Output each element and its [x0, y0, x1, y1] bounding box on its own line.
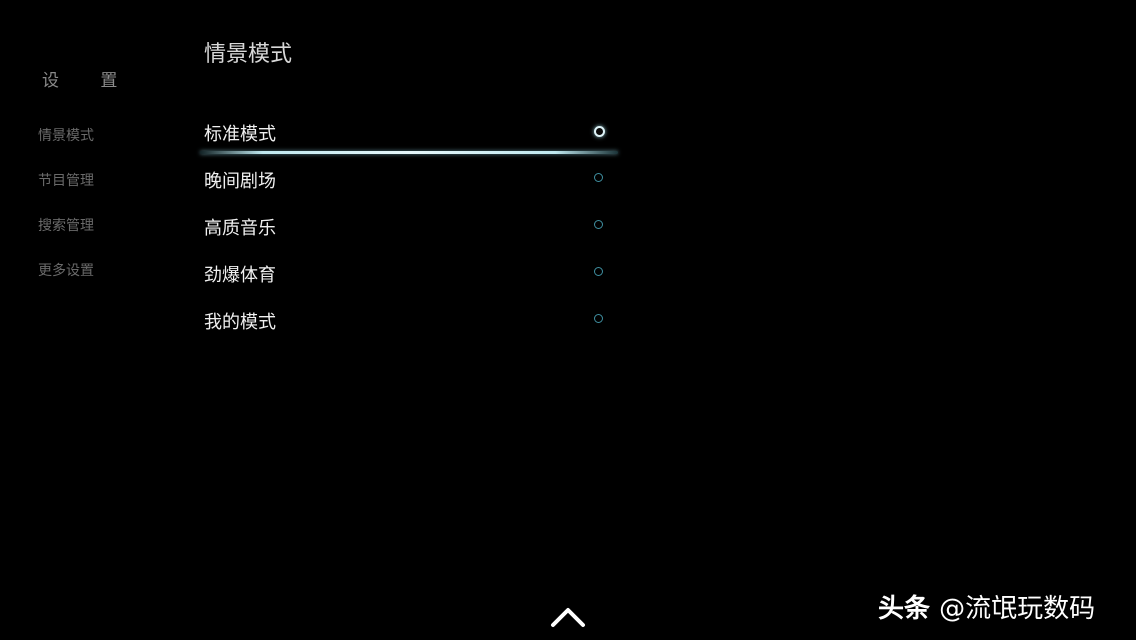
mode-list: 标准模式 晚间剧场 高质音乐 劲爆体育 我的模式: [200, 110, 620, 345]
watermark: 头条 @流氓玩数码: [878, 588, 1095, 625]
sidebar-item-scene-mode[interactable]: 情景模式: [38, 122, 158, 167]
mode-option-hifi-music[interactable]: 高质音乐: [200, 204, 620, 251]
sidebar-item-more-settings[interactable]: 更多设置: [38, 257, 158, 302]
radio-icon: [594, 220, 603, 229]
radio-icon: [594, 267, 603, 276]
sidebar-title: 设 置: [42, 71, 136, 91]
mode-label: 晚间剧场: [204, 171, 276, 192]
mode-label: 标准模式: [204, 124, 276, 145]
chevron-up-icon[interactable]: [550, 606, 586, 632]
sidebar-item-program-management[interactable]: 节目管理: [38, 167, 158, 212]
mode-label: 我的模式: [204, 312, 276, 333]
mode-option-standard[interactable]: 标准模式: [200, 110, 620, 157]
mode-label: 劲爆体育: [204, 265, 276, 286]
watermark-handle: @流氓玩数码: [939, 594, 1096, 624]
focus-underline: [200, 151, 618, 154]
watermark-brand: 头条: [878, 594, 931, 624]
radio-icon: [594, 314, 603, 323]
mode-option-evening-theater[interactable]: 晚间剧场: [200, 157, 620, 204]
mode-option-sports[interactable]: 劲爆体育: [200, 251, 620, 298]
mode-option-my-mode[interactable]: 我的模式: [200, 298, 620, 345]
page-title: 情景模式: [204, 42, 293, 67]
sidebar: 情景模式 节目管理 搜索管理 更多设置: [38, 122, 158, 302]
mode-label: 高质音乐: [204, 218, 276, 239]
radio-icon: [594, 173, 603, 182]
radio-selected-icon: [594, 126, 605, 137]
sidebar-item-search-management[interactable]: 搜索管理: [38, 212, 158, 257]
